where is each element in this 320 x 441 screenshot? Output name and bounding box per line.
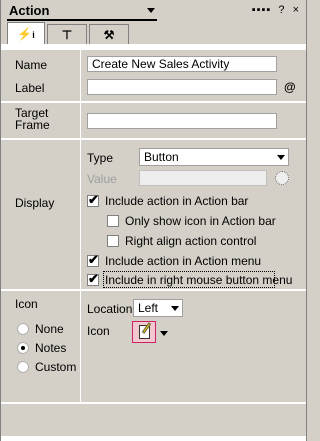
value-input[interactable] bbox=[139, 170, 267, 186]
close-icon[interactable]: × bbox=[293, 4, 300, 16]
value-label: Value bbox=[87, 172, 117, 186]
hook-icon: ⊤ bbox=[61, 27, 73, 42]
radio-none[interactable] bbox=[17, 323, 29, 335]
content-area: Name Create New Sales Activity Label @ T… bbox=[1, 44, 306, 441]
lightning-info-icon: ⚡i bbox=[17, 26, 35, 41]
column-divider bbox=[80, 103, 81, 139]
location-label: Location bbox=[87, 302, 133, 316]
bottom-empty-section bbox=[1, 404, 306, 436]
title-underline bbox=[7, 19, 157, 21]
icon-section: Icon None Notes Custom Location Left Ico… bbox=[1, 291, 306, 403]
option-label: Include action in Action menu bbox=[105, 254, 262, 268]
chevron-down-icon bbox=[171, 306, 179, 311]
name-input[interactable]: Create New Sales Activity bbox=[87, 56, 277, 72]
type-select-value: Button bbox=[144, 150, 179, 164]
label-input[interactable] bbox=[87, 79, 277, 95]
window-controls: ▪▪▪▪ ? × bbox=[249, 4, 300, 16]
notes-icon-picker[interactable] bbox=[132, 321, 156, 343]
option-label: Include action in Action bar bbox=[105, 194, 249, 208]
icon-section-label: Icon bbox=[15, 297, 38, 311]
checkbox-right-align[interactable] bbox=[107, 235, 119, 247]
icon-picker-dropdown-icon[interactable] bbox=[160, 331, 168, 336]
name-label-section: Name Create New Sales Activity Label @ bbox=[1, 50, 306, 102]
target-frame-label: Target Frame bbox=[15, 106, 50, 132]
checkbox-only-show-icon[interactable] bbox=[107, 215, 119, 227]
tab-hook[interactable]: ⊤ bbox=[47, 24, 87, 44]
tab-info[interactable]: ⚡i bbox=[7, 22, 45, 44]
icon-label: Icon bbox=[87, 324, 110, 338]
option-label: Right align action control bbox=[125, 234, 257, 248]
radio-label: Notes bbox=[35, 341, 67, 355]
tab-strip: ⚡i ⊤ ⚒ bbox=[1, 22, 306, 44]
tab-toolbar[interactable]: ⚒ bbox=[89, 24, 129, 44]
chevron-down-icon bbox=[277, 155, 285, 160]
help-icon[interactable]: ? bbox=[278, 4, 285, 16]
location-select-value: Left bbox=[138, 301, 159, 315]
toolbar-person-icon: ⚒ bbox=[103, 27, 115, 42]
label-label: Label bbox=[15, 81, 45, 95]
column-divider bbox=[80, 291, 81, 403]
checkbox-include-action-menu[interactable]: ✔ bbox=[87, 252, 99, 267]
checkbox-include-right-mouse-menu[interactable]: ✔ bbox=[87, 271, 99, 286]
name-label: Name bbox=[15, 58, 48, 72]
radio-custom[interactable] bbox=[17, 361, 29, 373]
radio-label: None bbox=[35, 322, 64, 336]
radio-notes[interactable] bbox=[17, 342, 29, 354]
formula-gear-icon[interactable] bbox=[275, 171, 289, 185]
title-dropdown-icon[interactable] bbox=[147, 8, 155, 13]
location-select[interactable]: Left bbox=[133, 299, 183, 317]
dots-icon[interactable]: ▪▪▪▪ bbox=[252, 4, 272, 16]
option-label: Include in right mouse button menu bbox=[105, 273, 293, 287]
display-section: Display Type Button Value ✔ Include acti… bbox=[1, 140, 306, 290]
target-frame-section: Target Frame bbox=[1, 103, 306, 139]
action-properties-panel: Action ▪▪▪▪ ? × ⚡i ⊤ ⚒ Name Create New S… bbox=[0, 0, 307, 441]
column-divider bbox=[80, 140, 81, 290]
display-label: Display bbox=[15, 196, 55, 210]
type-label: Type bbox=[87, 151, 114, 165]
checkbox-include-action-bar[interactable]: ✔ bbox=[87, 192, 99, 207]
column-divider bbox=[80, 50, 81, 102]
radio-label: Custom bbox=[35, 360, 77, 374]
target-frame-input[interactable] bbox=[87, 113, 277, 129]
option-label: Only show icon in Action bar bbox=[125, 214, 276, 228]
panel-title: Action bbox=[9, 3, 50, 18]
at-formula-button[interactable]: @ bbox=[284, 80, 296, 94]
title-bar: Action ▪▪▪▪ ? × bbox=[1, 0, 306, 22]
type-select[interactable]: Button bbox=[139, 148, 289, 166]
